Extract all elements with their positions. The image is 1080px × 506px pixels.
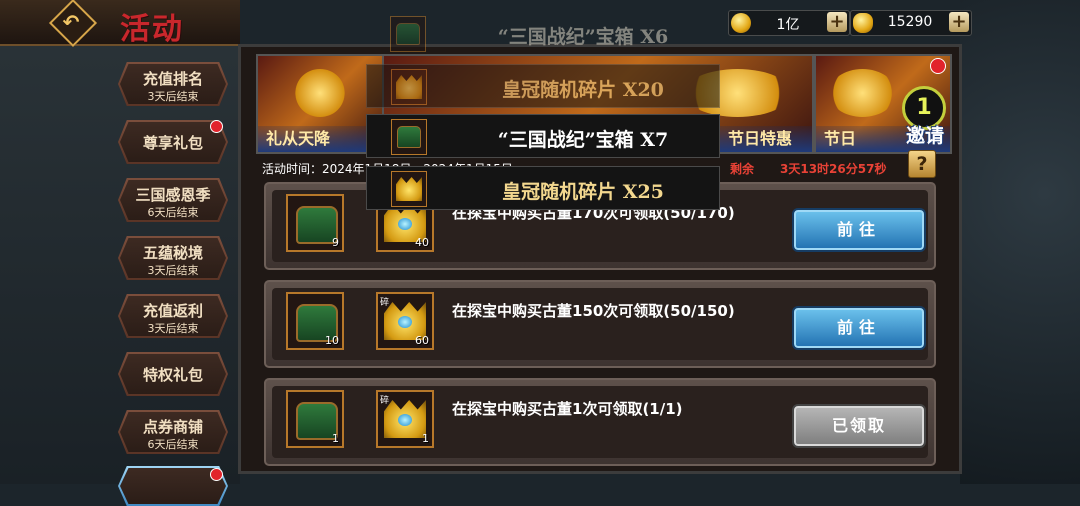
- reward-row: 10 碎 60 在探宝中购买古董150次可领取(50/150) 前往: [264, 280, 936, 368]
- item-count: 60: [415, 334, 429, 347]
- reward-chest-icon: [390, 16, 426, 52]
- back-arrow-icon: ↶: [62, 10, 80, 34]
- task-description: 在探宝中购买古董1次可领取(1/1): [452, 400, 683, 418]
- reward-item-chest[interactable]: 10: [286, 292, 344, 350]
- notification-dot: [930, 58, 946, 74]
- go-button[interactable]: 前往: [792, 208, 926, 252]
- sidebar-item-recharge-rebate[interactable]: 充值返利 3天后结束: [118, 294, 228, 338]
- item-count: 1: [332, 432, 339, 445]
- item-count: 9: [332, 236, 339, 249]
- reward-crown-icon: [391, 69, 427, 105]
- popup-reward-text: 皇冠随机碎片 X25: [502, 181, 664, 203]
- banner-gift-from-sky[interactable]: 礼从天降: [256, 54, 384, 154]
- task-description: 在探宝中购买古董150次可领取(50/150): [452, 302, 735, 320]
- sidebar-item-thanksgiving[interactable]: 三国感恩季 6天后结束: [118, 178, 228, 222]
- sidebar-item-label: 三国感恩季: [135, 186, 211, 204]
- banner-caption: 礼从天降: [258, 126, 382, 152]
- sidebar-item-label: 特权礼包: [142, 366, 203, 384]
- help-icon[interactable]: ?: [908, 150, 936, 178]
- fragment-tag: 碎: [380, 298, 390, 308]
- add-ingot-button[interactable]: +: [949, 12, 969, 32]
- popup-reward-row: “三国战纪”宝箱 X7: [366, 114, 720, 158]
- reward-item-chest[interactable]: 9: [286, 194, 344, 252]
- sidebar-item-sub: 3天后结束: [147, 90, 199, 103]
- item-count: 10: [325, 334, 339, 347]
- sidebar-item-sub: 3天后结束: [147, 322, 199, 335]
- go-button[interactable]: 前往: [792, 306, 926, 350]
- treasure-coins-icon: [295, 69, 345, 118]
- notification-dot: [210, 120, 223, 133]
- invite-label: 邀请: [905, 125, 944, 147]
- item-count: 1: [422, 432, 429, 445]
- gold-coin-icon: [731, 13, 751, 33]
- reward-item-crown[interactable]: 碎 1: [376, 390, 434, 448]
- gold-ingot-icon: [853, 13, 873, 33]
- sidebar-item-sub: 3天后结束: [147, 264, 199, 277]
- reward-row: 1 碎 1 在探宝中购买古董1次可领取(1/1) 已领取: [264, 378, 936, 466]
- sidebar-item-sub: 6天后结束: [147, 438, 199, 451]
- popup-reward-text: 皇冠随机碎片 X20: [502, 79, 664, 101]
- gold-coin-value: 1亿: [776, 17, 800, 33]
- popup-reward-text: “三国战纪”宝箱 X7: [497, 129, 669, 151]
- popup-reward-row: 皇冠随机碎片 X25: [366, 166, 720, 210]
- sidebar-item-recharge-rank[interactable]: 充值排名 3天后结束: [118, 62, 228, 106]
- popup-reward-row: “三国战纪”宝箱 X6: [366, 12, 720, 56]
- sidebar-item-label: 充值排名: [142, 70, 203, 88]
- remaining-label: 剩余: [730, 162, 755, 176]
- sidebar-item-sub: 6天后结束: [147, 206, 199, 219]
- gold-ingot-currency: 15290 +: [850, 10, 972, 36]
- reward-item-crown[interactable]: 碎 60: [376, 292, 434, 350]
- add-coin-button[interactable]: +: [827, 12, 847, 32]
- gold-coin-currency: 1亿 +: [728, 10, 850, 36]
- popup-reward-row: 皇冠随机碎片 X20: [366, 64, 720, 108]
- gem-icon: [398, 414, 412, 426]
- page-title: 活动: [120, 12, 184, 47]
- sidebar-item-privilege-gift[interactable]: 特权礼包: [118, 352, 228, 396]
- fragment-tag: 碎: [380, 396, 390, 406]
- gem-icon: [398, 316, 412, 328]
- sidebar-item-label: 充值返利: [142, 302, 203, 320]
- reward-item-chest[interactable]: 1: [286, 390, 344, 448]
- sidebar-item-label: 五蕴秘境: [142, 244, 203, 262]
- gold-ingot-value: 15290: [887, 14, 933, 30]
- reward-crown-icon: [391, 171, 427, 207]
- sidebar-item-voucher-shop[interactable]: 点券商铺 6天后结束: [118, 410, 228, 454]
- popup-reward-text: “三国战纪”宝箱 X6: [497, 26, 669, 48]
- right-background: [960, 0, 1080, 484]
- sidebar-item-secret-realm[interactable]: 五蕴秘境 3天后结束: [118, 236, 228, 280]
- notification-dot: [210, 468, 223, 481]
- remaining-time: 3天13时26分57秒: [780, 162, 887, 176]
- treasure-coins-icon: [829, 69, 897, 118]
- claimed-button: 已领取: [792, 404, 926, 448]
- sidebar-item-label: 尊享礼包: [142, 134, 203, 152]
- sidebar-item-label: 点券商铺: [142, 418, 203, 436]
- item-count: 40: [415, 236, 429, 249]
- gem-icon: [398, 218, 412, 230]
- reward-chest-icon: [391, 119, 427, 155]
